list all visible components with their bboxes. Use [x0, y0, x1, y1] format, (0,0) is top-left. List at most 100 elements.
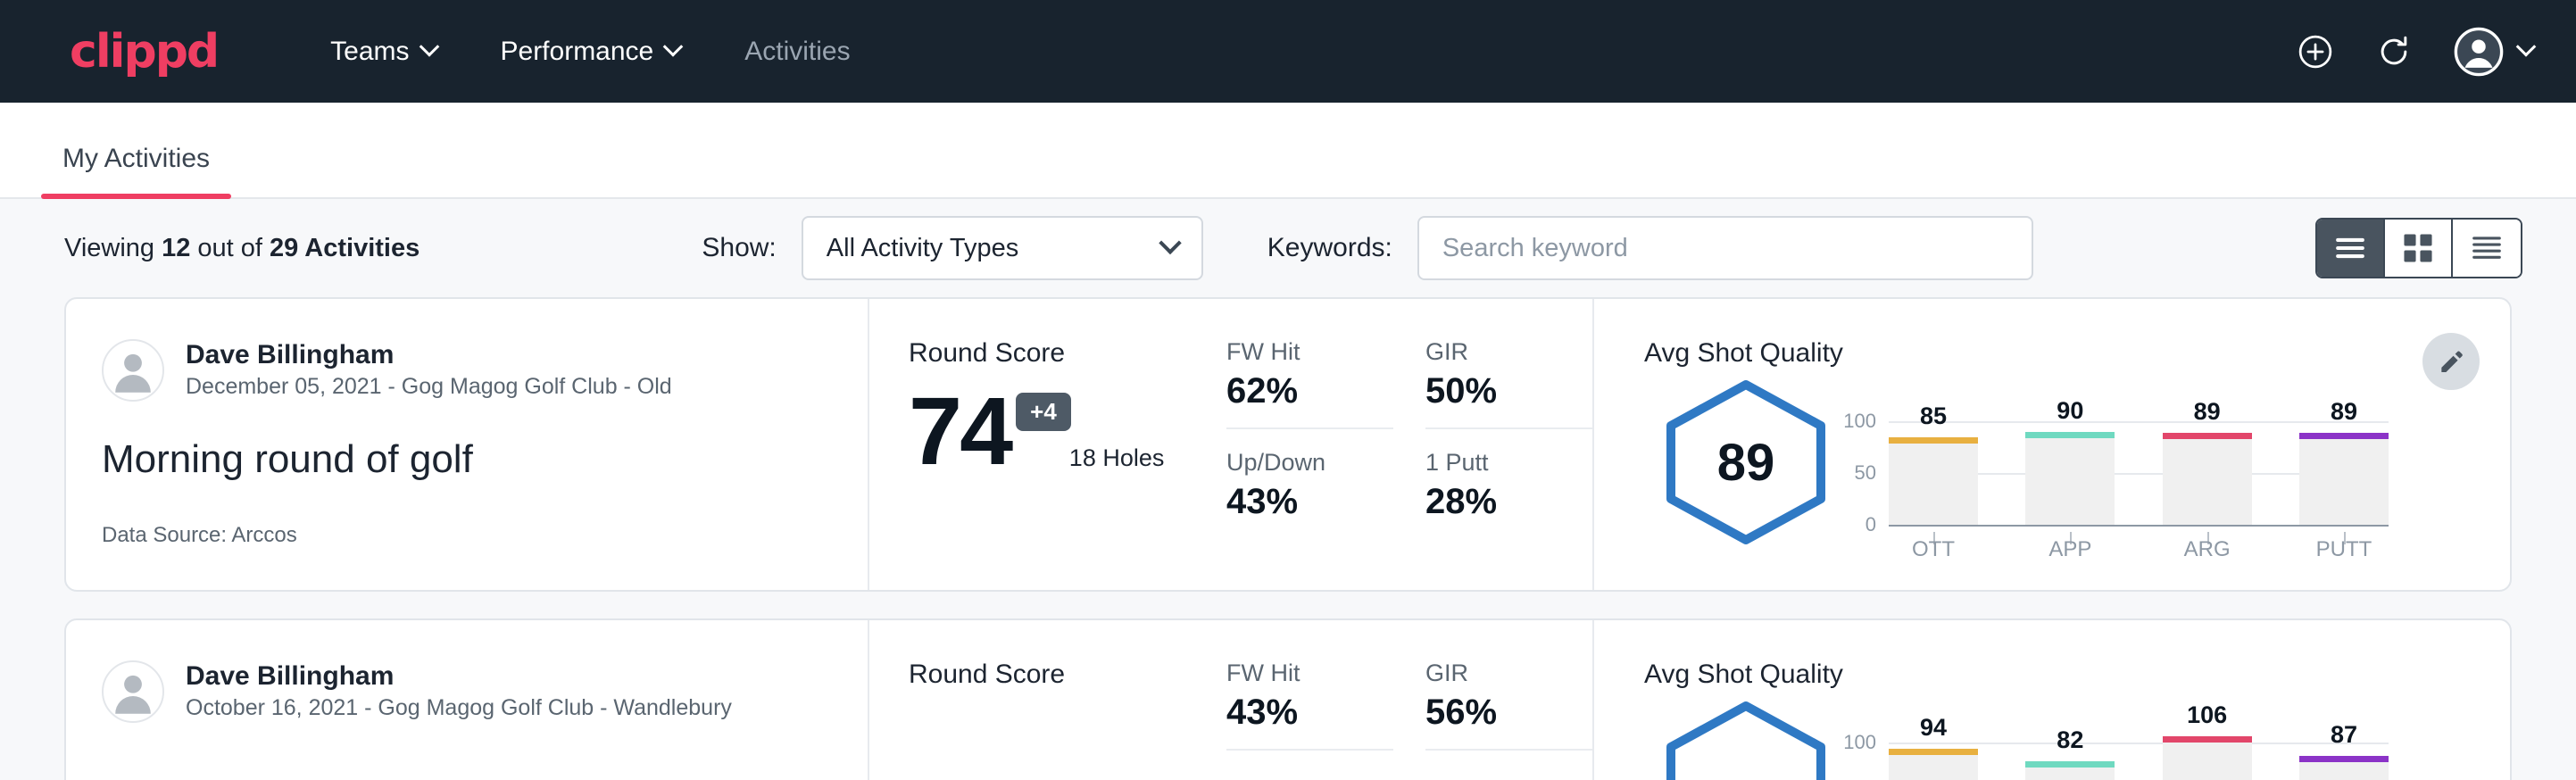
bar-value-label: 89: [2299, 398, 2389, 426]
keywords-label: Keywords:: [1267, 233, 1392, 263]
activity-profile-column: Dave Billingham October 16, 2021 - Gog M…: [66, 620, 869, 780]
nav-item-activities-label: Activities: [744, 37, 850, 67]
nav-item-activities[interactable]: Activities: [712, 28, 882, 76]
stat-label: FW Hit: [1226, 338, 1375, 366]
y-axis-tick-label: 100: [1843, 410, 1889, 433]
filter-toolbar: Viewing 12 out of 29 Activities Show: Al…: [0, 199, 2576, 297]
activity-title: Morning round of golf: [102, 437, 868, 482]
chevron-down-icon: [419, 37, 439, 57]
top-nav-actions: [2296, 26, 2533, 78]
stat-value: 50%: [1425, 371, 1575, 411]
bar: [1889, 437, 1978, 525]
refresh-icon: [2374, 32, 2414, 71]
clippd-logo[interactable]: clippd: [70, 25, 218, 79]
bar-group[interactable]: 82APP: [2025, 727, 2115, 780]
round-stats-grid: FW Hit 62% GIR 50% Up/Down 43% 1 Putt 28…: [1226, 299, 1592, 590]
pencil-icon: [2437, 347, 2465, 376]
bar-group[interactable]: 87PUTT: [2299, 727, 2389, 780]
keywords-filter: Keywords:: [1267, 216, 2033, 280]
activity-type-select[interactable]: All Activity Types: [802, 216, 1203, 280]
grid-view-icon: [2402, 232, 2434, 264]
x-axis-tick-label: PUTT: [2299, 537, 2389, 562]
activity-card[interactable]: Dave Billingham October 16, 2021 - Gog M…: [64, 618, 2512, 780]
y-axis-tick-label: 50: [1855, 461, 1889, 485]
stat-value: 56%: [1425, 693, 1575, 733]
player-name: Dave Billingham: [186, 338, 672, 372]
bar-value-label: 82: [2025, 726, 2115, 754]
search-input[interactable]: [1417, 216, 2033, 280]
activity-profile-column: Dave Billingham December 05, 2021 - Gog …: [66, 299, 869, 590]
chevron-down-icon: [1159, 232, 1181, 254]
round-score-label: Round Score: [909, 338, 1226, 369]
stat-value: 28%: [1425, 482, 1575, 522]
player-name: Dave Billingham: [186, 660, 732, 693]
avatar: [102, 339, 164, 402]
score-differential-badge: +4: [1016, 393, 1071, 431]
bar: [2299, 433, 2389, 525]
bar-group[interactable]: 89PUTT: [2299, 406, 2389, 525]
round-score-value: 74: [909, 383, 1010, 479]
activity-profile-text: Dave Billingham October 16, 2021 - Gog M…: [186, 660, 732, 723]
account-menu-button[interactable]: [2453, 26, 2533, 78]
account-avatar-icon: [2453, 26, 2505, 78]
viewing-count: 12: [162, 234, 190, 262]
shot-quality-bar-chart: 05010094OTT82APP106ARG87PUTT: [1889, 699, 2389, 780]
bar-value-label: 94: [1889, 714, 1978, 742]
bar-value-label: 90: [2025, 397, 2115, 425]
stat-gir: GIR 50%: [1425, 338, 1592, 429]
view-toggle-detail[interactable]: [2453, 220, 2521, 277]
view-toggle-grid[interactable]: [2385, 220, 2453, 277]
activity-profile-header: Dave Billingham October 16, 2021 - Gog M…: [102, 660, 868, 723]
round-score-row: 74 +4 18 Holes: [909, 383, 1226, 479]
avg-shot-quality-column: Avg Shot Quality 89 05010085OTT90APP89AR…: [1592, 299, 2510, 590]
y-axis-tick-label: 0: [1866, 513, 1889, 536]
filter-controls: Show: All Activity Types Keywords:: [702, 216, 2032, 280]
plus-circle-icon: [2296, 32, 2335, 71]
avg-shot-quality-label: Avg Shot Quality: [1644, 338, 2510, 369]
avg-shot-quality-body: 89 05010085OTT90APP89ARG89PUTT: [1644, 378, 2510, 560]
stat-gir: GIR 56%: [1425, 660, 1592, 751]
nav-item-teams[interactable]: Teams: [298, 28, 468, 76]
view-toggle-list[interactable]: [2317, 220, 2385, 277]
y-axis-tick-label: 100: [1843, 731, 1889, 754]
avg-shot-quality-value: [1657, 699, 1835, 780]
stat-fw-hit: FW Hit 43%: [1226, 660, 1393, 751]
stat-value: 62%: [1226, 371, 1375, 411]
stat-label: GIR: [1425, 338, 1575, 366]
bar: [2299, 756, 2389, 780]
activity-card[interactable]: Dave Billingham December 05, 2021 - Gog …: [64, 297, 2512, 592]
refresh-button[interactable]: [2374, 32, 2414, 71]
bar-value-label: 85: [1889, 402, 1978, 430]
round-score-column: Round Score: [869, 620, 1226, 780]
bar-value-label: 89: [2163, 398, 2252, 426]
activity-meta: October 16, 2021 - Gog Magog Golf Club -…: [186, 693, 732, 724]
bar: [1889, 749, 1978, 780]
bar-group[interactable]: 89ARG: [2163, 406, 2252, 525]
avatar: [102, 660, 164, 723]
bar: [2163, 736, 2252, 780]
viewing-suffix: Activities: [298, 234, 420, 262]
stat-label: Up/Down: [1226, 449, 1375, 477]
viewing-mid: out of: [190, 234, 270, 262]
nav-item-performance[interactable]: Performance: [469, 28, 713, 76]
add-activity-button[interactable]: [2296, 32, 2335, 71]
x-axis-tick-label: ARG: [2163, 537, 2252, 562]
gridline: [1889, 525, 2389, 527]
view-mode-toggle-group: [2315, 218, 2522, 278]
avg-shot-quality-value: 89: [1657, 378, 1835, 547]
activity-profile-text: Dave Billingham December 05, 2021 - Gog …: [186, 338, 672, 402]
viewing-summary: Viewing 12 out of 29 Activities: [64, 234, 420, 263]
bar: [2025, 761, 2115, 780]
bar-group[interactable]: 85OTT: [1889, 406, 1978, 525]
shot-quality-hexagon: 89: [1657, 378, 1835, 547]
viewing-prefix: Viewing: [64, 234, 162, 262]
x-axis-tick-label: APP: [2025, 537, 2115, 562]
activity-profile-header: Dave Billingham December 05, 2021 - Gog …: [102, 338, 868, 402]
edit-activity-button[interactable]: [2422, 333, 2480, 390]
bar-group[interactable]: 106ARG: [2163, 727, 2252, 780]
shot-quality-hexagon: [1657, 699, 1835, 780]
bar-group[interactable]: 90APP: [2025, 406, 2115, 525]
tab-my-activities[interactable]: My Activities: [41, 144, 231, 197]
bar-group[interactable]: 94OTT: [1889, 727, 1978, 780]
bar-value-label: 106: [2163, 701, 2252, 729]
